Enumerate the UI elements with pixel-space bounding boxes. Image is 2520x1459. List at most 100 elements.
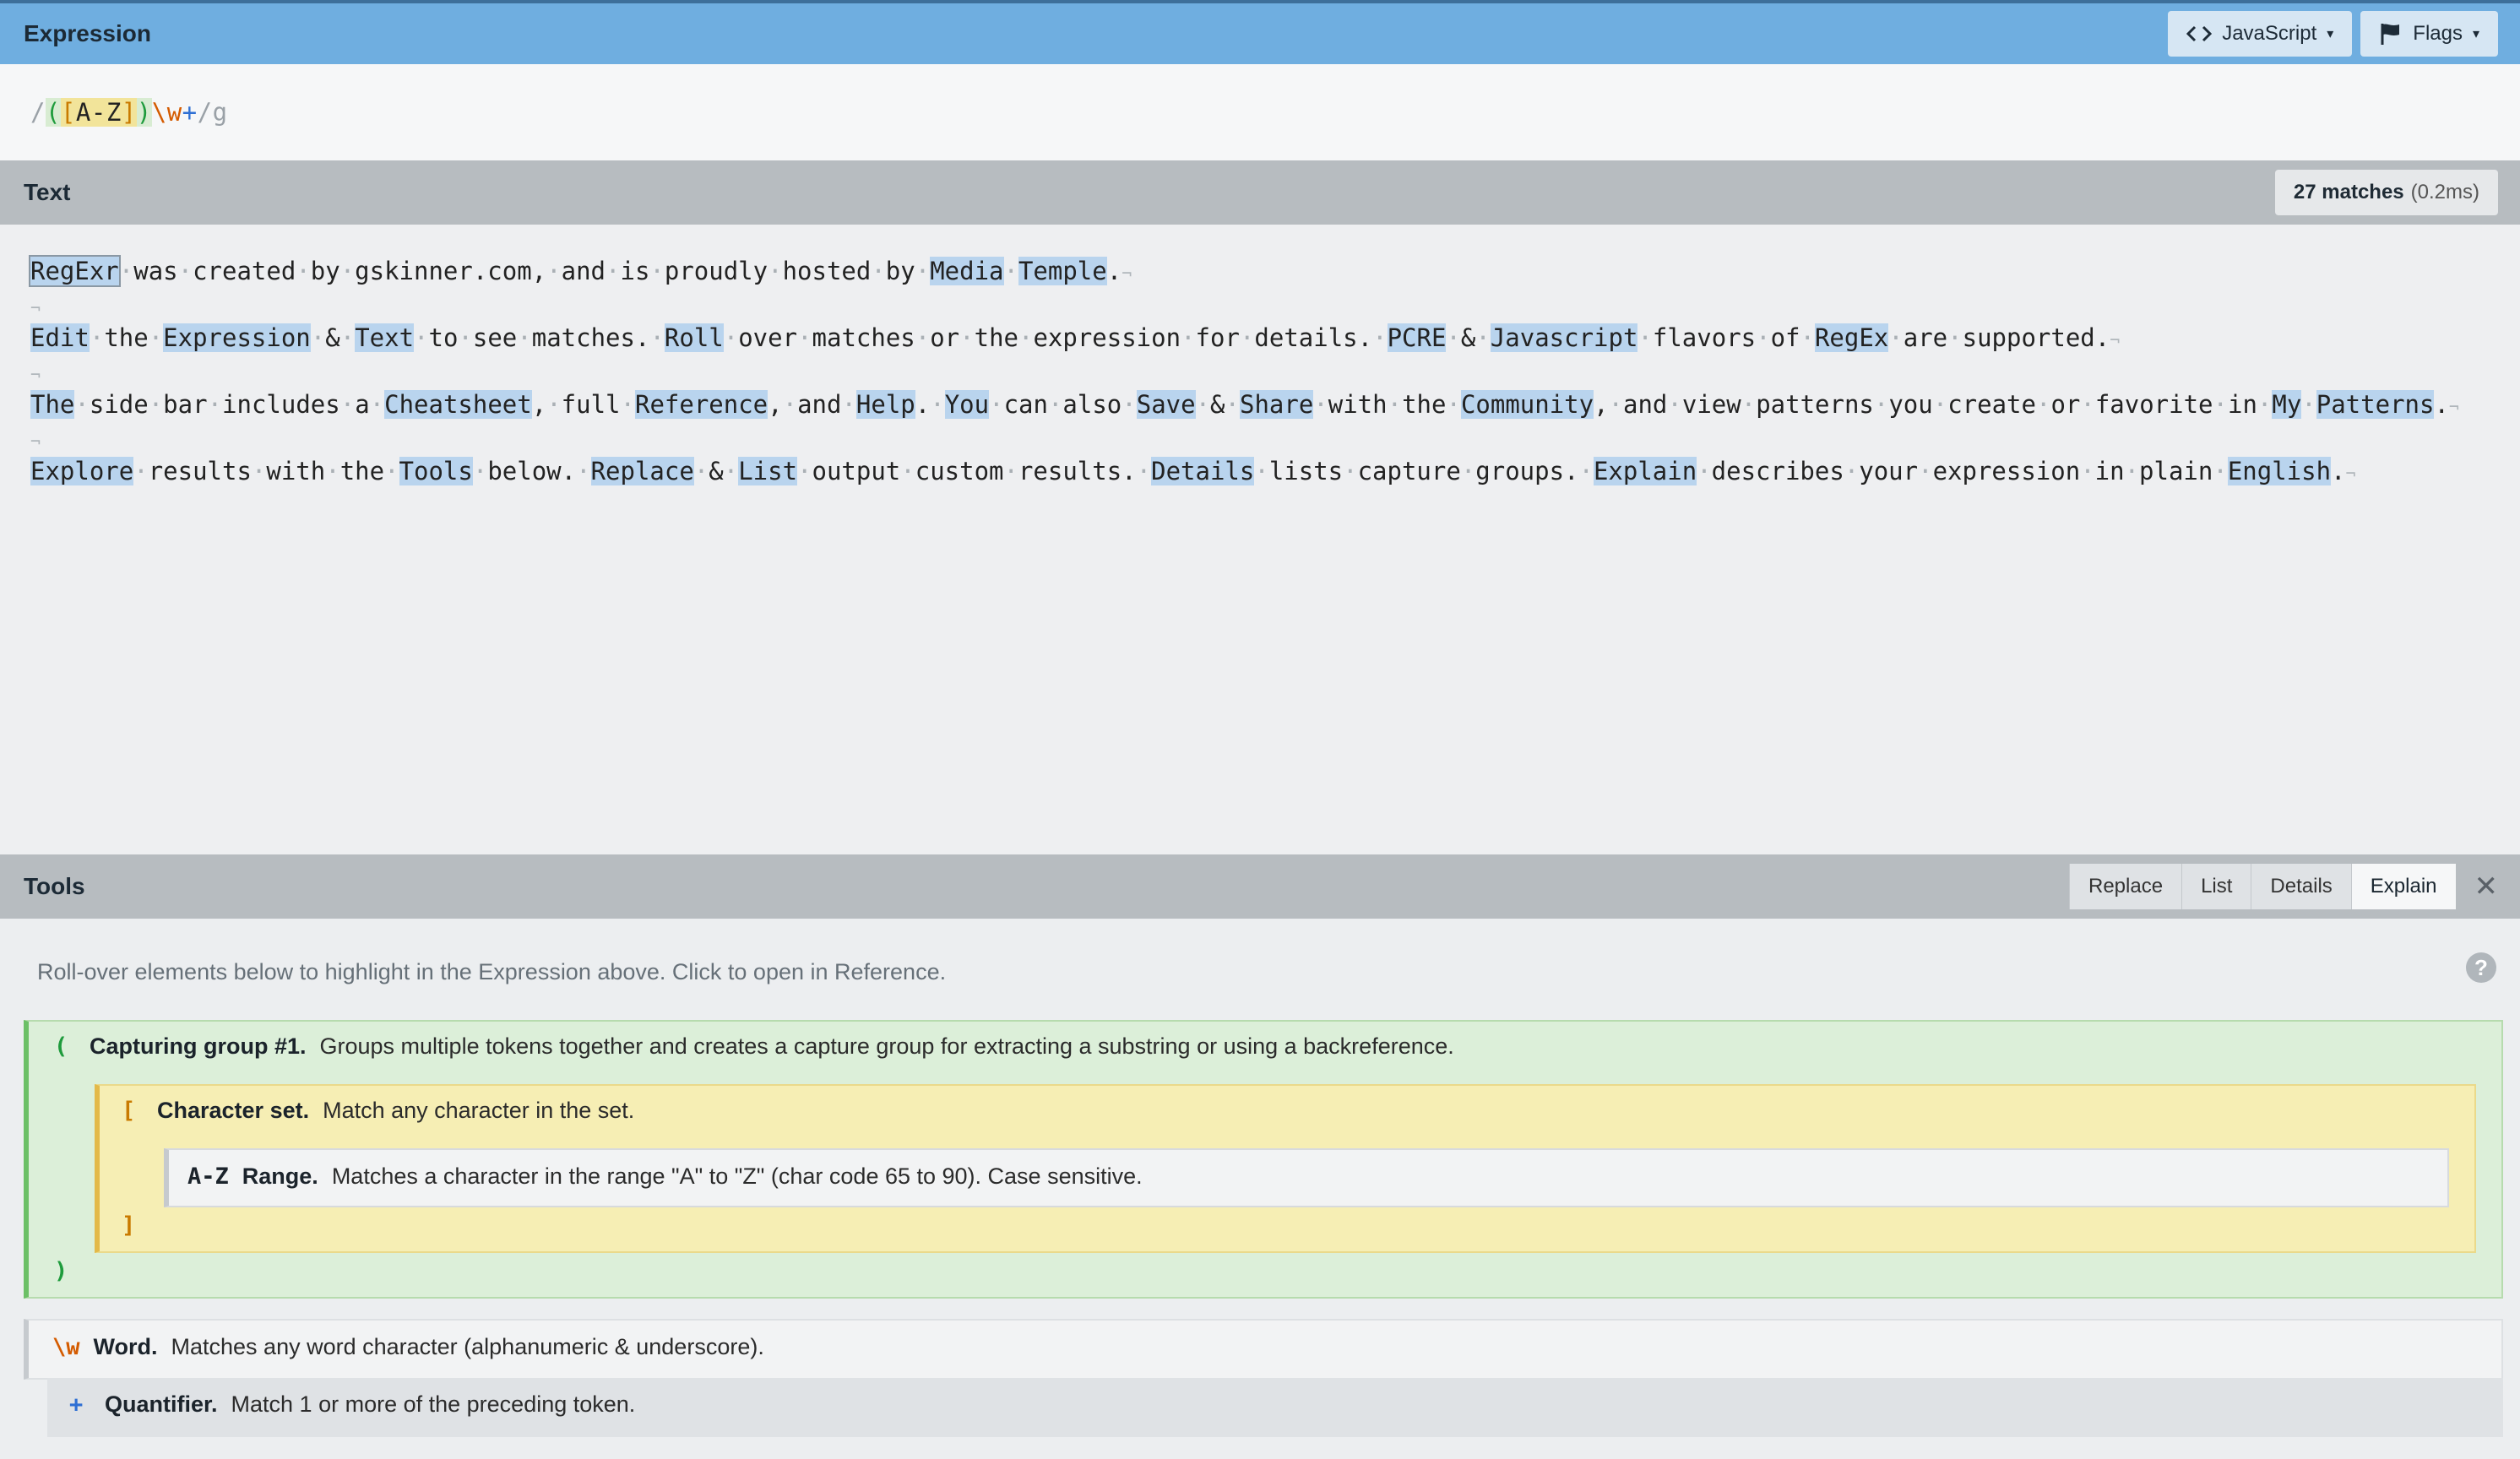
expression-header: Expression JavaScript ▾ Flags ▾ xyxy=(0,0,2520,64)
text-paragraph[interactable]: Explore·results·with·the·Tools·below.·Re… xyxy=(30,455,2496,490)
space-marker: · xyxy=(620,390,635,419)
space-marker: · xyxy=(723,323,739,352)
match-highlight[interactable]: Media xyxy=(930,257,1004,285)
match-highlight[interactable]: Roll xyxy=(664,323,724,352)
space-marker: · xyxy=(133,457,149,485)
space-marker: · xyxy=(339,257,356,285)
match-highlight[interactable]: Explore xyxy=(30,457,134,485)
match-highlight[interactable]: PCRE xyxy=(1387,323,1447,352)
match-highlight[interactable]: My xyxy=(2272,390,2302,419)
text-word: by xyxy=(310,257,340,285)
test-text-editor[interactable]: RegExr·was·created·by·gskinner.com,·and·… xyxy=(0,225,2520,854)
tab-list[interactable]: List xyxy=(2181,864,2251,909)
flags-button[interactable]: Flags ▾ xyxy=(2360,11,2498,57)
space-marker: · xyxy=(1254,457,1269,485)
explain-range[interactable]: A-Z Range. Matches a character in the ra… xyxy=(164,1148,2449,1207)
regex-set-open[interactable]: [ xyxy=(60,98,76,127)
regex-quantifier[interactable]: + xyxy=(182,98,198,127)
regex-flags[interactable]: g xyxy=(213,98,228,127)
help-icon[interactable]: ? xyxy=(2466,952,2496,983)
space-marker: · xyxy=(1741,390,1757,419)
expression-editor[interactable]: / ( [ A-Z ] ) \w + / g xyxy=(0,64,2520,160)
regex-escape-word[interactable]: \w xyxy=(152,98,182,127)
text-word: over xyxy=(738,323,798,352)
text-word: or xyxy=(2050,390,2081,419)
tab-explain[interactable]: Explain xyxy=(2350,864,2456,909)
explain-word[interactable]: \w Word. Matches any word character (alp… xyxy=(24,1319,2503,1380)
match-highlight[interactable]: Tools xyxy=(399,457,473,485)
tab-replace[interactable]: Replace xyxy=(2069,864,2182,909)
word-name: Word. xyxy=(93,1334,158,1359)
language-button[interactable]: JavaScript ▾ xyxy=(2168,11,2353,57)
language-label: JavaScript xyxy=(2222,22,2317,45)
match-highlight[interactable]: Replace xyxy=(590,457,694,485)
regex-group-close[interactable]: ) xyxy=(136,98,152,127)
text-word: results xyxy=(148,457,252,485)
word-token: \w xyxy=(52,1334,80,1360)
match-highlight[interactable]: The xyxy=(30,390,75,419)
empty-line: ¬ xyxy=(30,431,41,452)
tools-tabs: Replace List Details Explain xyxy=(2069,864,2456,909)
text-word: , xyxy=(531,390,547,419)
text-word: the xyxy=(104,323,149,352)
group-description: Groups multiple tokens together and crea… xyxy=(319,1033,1454,1059)
space-marker: · xyxy=(384,457,399,485)
match-highlight[interactable]: Community xyxy=(1460,390,1594,419)
space-marker: · xyxy=(1637,323,1653,352)
quantifier-name: Quantifier. xyxy=(105,1391,218,1417)
text-word: capture xyxy=(1357,457,1461,485)
match-highlight[interactable]: Details xyxy=(1151,457,1255,485)
match-highlight[interactable]: Help xyxy=(855,390,915,419)
tab-details[interactable]: Details xyxy=(2251,864,2351,909)
match-highlight[interactable]: English xyxy=(2227,457,2332,485)
space-marker: · xyxy=(458,323,473,352)
regex-set-close[interactable]: ] xyxy=(121,98,137,127)
text-word: created xyxy=(193,257,296,285)
match-highlight[interactable]: Patterns xyxy=(2316,390,2435,419)
match-highlight[interactable]: Cheatsheet xyxy=(384,390,532,419)
space-marker: · xyxy=(1047,390,1063,419)
text-paragraph[interactable]: RegExr·was·created·by·gskinner.com,·and·… xyxy=(29,255,2496,290)
space-marker: · xyxy=(207,390,223,419)
range-token: A-Z xyxy=(187,1163,229,1190)
text-word: proudly xyxy=(664,257,768,285)
space-marker: · xyxy=(339,323,356,352)
match-highlight[interactable]: Reference xyxy=(634,390,768,419)
word-description: Matches any word character (alphanumeric… xyxy=(171,1334,764,1359)
text-word: by xyxy=(885,257,915,285)
quantifier-token: + xyxy=(69,1391,84,1418)
regex-group-open[interactable]: ( xyxy=(45,98,61,127)
match-highlight[interactable]: Explain xyxy=(1593,457,1697,485)
match-highlight[interactable]: Text xyxy=(355,323,415,352)
regex-expression[interactable]: / ( [ A-Z ] ) \w + / g xyxy=(30,98,228,127)
text-paragraph[interactable]: Edit·the·Expression·&·Text·to·see·matche… xyxy=(30,322,2496,356)
text-word: favorite xyxy=(2094,390,2213,419)
space-marker: · xyxy=(1372,323,1388,352)
text-word: , xyxy=(768,390,783,419)
text-word: & xyxy=(1460,323,1476,352)
text-word: side xyxy=(89,390,149,419)
test-text[interactable]: RegExr·was·created·by·gskinner.com,·and·… xyxy=(29,255,2496,490)
text-word: includes xyxy=(222,390,340,419)
explain-quantifier[interactable]: + Quantifier. Match 1 or more of the pre… xyxy=(47,1378,2503,1437)
space-marker: · xyxy=(1343,457,1358,485)
match-highlight[interactable]: List xyxy=(738,457,798,485)
space-marker: · xyxy=(1888,323,1904,352)
space-marker: · xyxy=(2124,457,2140,485)
text-paragraph[interactable]: The·side·bar·includes·a·Cheatsheet,·full… xyxy=(30,388,2496,423)
text-word: for xyxy=(1195,323,1240,352)
match-highlight[interactable]: You xyxy=(944,390,990,419)
space-marker: · xyxy=(1667,390,1682,419)
match-highlight[interactable]: Javascript xyxy=(1490,323,1638,352)
match-highlight[interactable]: RegEx xyxy=(1814,323,1889,352)
match-highlight[interactable]: Temple xyxy=(1018,257,1107,285)
text-word: below. xyxy=(487,457,577,485)
match-highlight[interactable]: RegExr xyxy=(29,255,121,287)
match-highlight[interactable]: Share xyxy=(1239,390,1314,419)
match-highlight[interactable]: Expression xyxy=(163,323,311,352)
close-icon[interactable]: ✕ xyxy=(2474,872,2499,901)
match-highlight[interactable]: Edit xyxy=(30,323,90,352)
flag-icon xyxy=(2379,22,2403,46)
match-highlight[interactable]: Save xyxy=(1136,390,1196,419)
regex-range[interactable]: A-Z xyxy=(75,98,122,127)
